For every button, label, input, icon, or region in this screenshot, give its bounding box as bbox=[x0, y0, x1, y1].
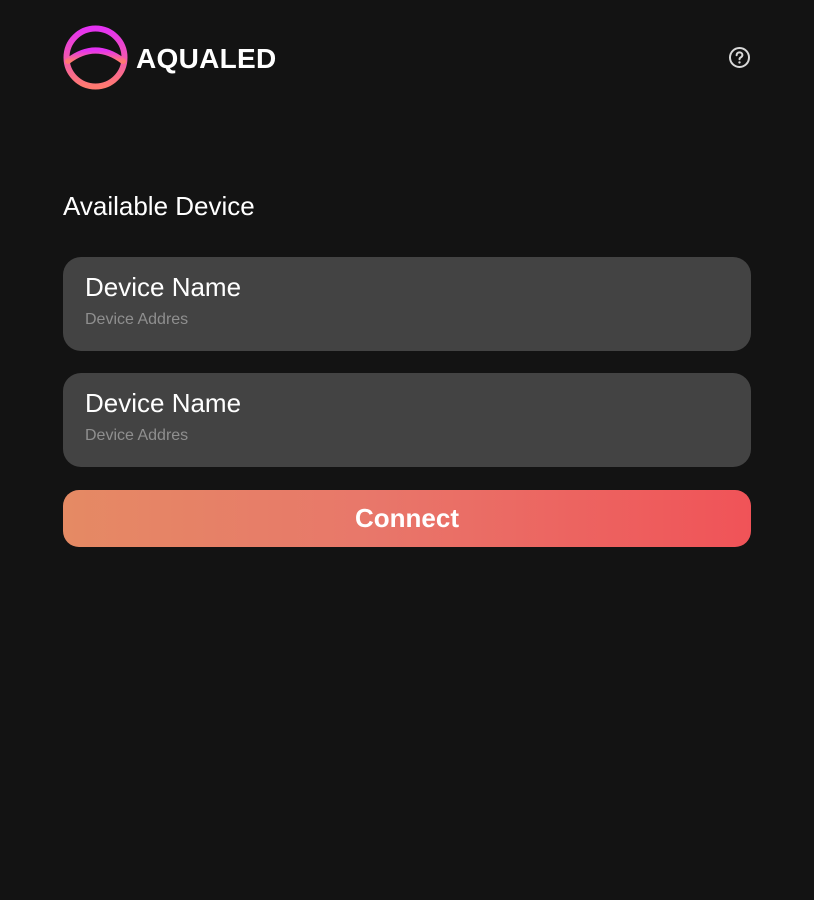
aqualed-logo-icon bbox=[63, 25, 128, 90]
app-header: AQUALED bbox=[63, 25, 751, 90]
device-list: Device Name Device Addres Device Name De… bbox=[63, 257, 751, 489]
device-address: Device Addres bbox=[85, 311, 189, 328]
device-card[interactable]: Device Name Device Addres bbox=[63, 257, 751, 351]
help-button[interactable] bbox=[728, 46, 751, 69]
device-card[interactable]: Device Name Device Addres bbox=[63, 373, 751, 467]
device-name: Device Name bbox=[85, 388, 242, 418]
device-name: Device Name bbox=[85, 272, 242, 302]
question-circle-icon bbox=[729, 47, 750, 68]
section-title: Available Device bbox=[63, 191, 255, 221]
device-address: Device Addres bbox=[85, 427, 189, 444]
connect-button[interactable]: Connect bbox=[63, 490, 751, 547]
brand-name: AQUALED bbox=[136, 42, 277, 74]
brand: AQUALED bbox=[63, 25, 277, 90]
